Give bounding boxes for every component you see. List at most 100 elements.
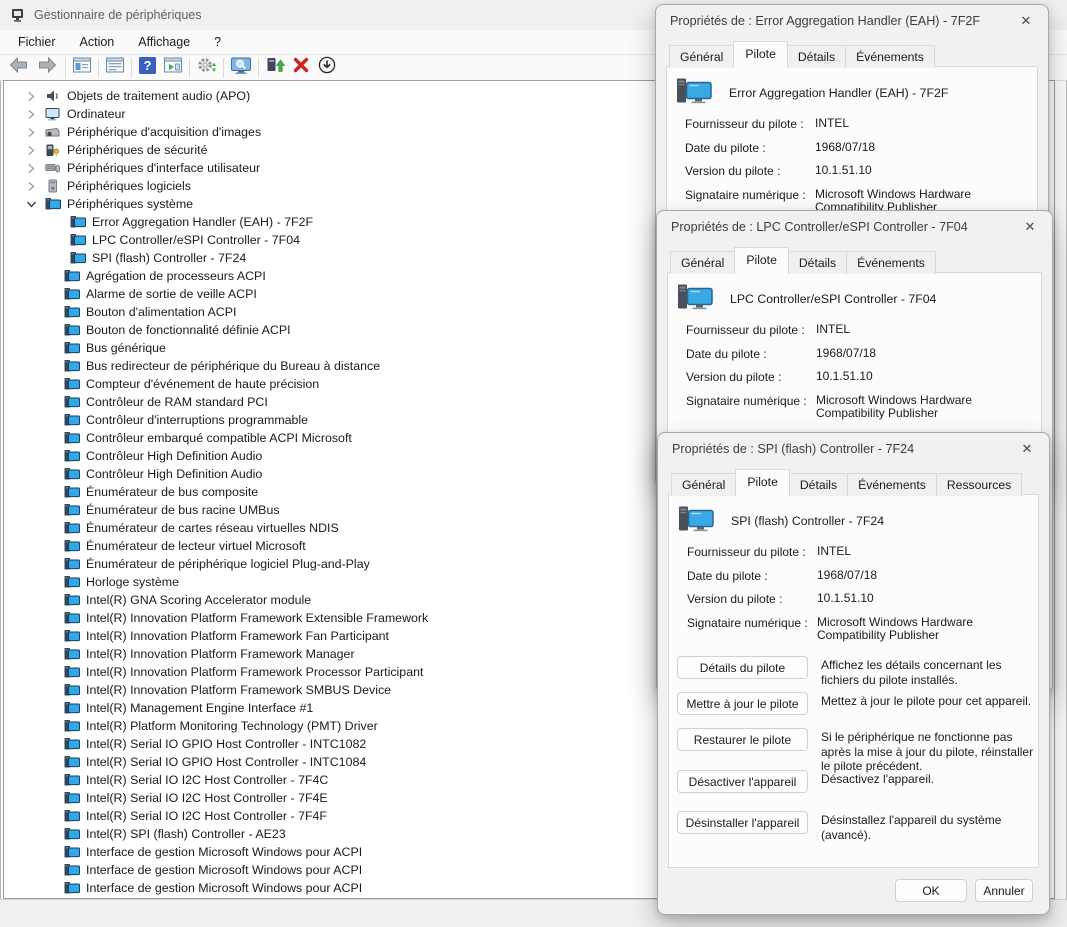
device-type-icon	[64, 791, 80, 805]
toolbar-button[interactable]	[314, 56, 340, 80]
device-type-icon	[64, 521, 80, 535]
tab[interactable]: Événements	[847, 473, 937, 496]
tree-item-label: Périphérique d'acquisition d'images	[67, 125, 261, 139]
tab[interactable]: Ressources	[936, 473, 1022, 496]
device-type-icon	[70, 215, 86, 229]
device-type-icon	[64, 827, 80, 841]
tree-item-label: Énumérateur de bus racine UMBus	[86, 503, 280, 517]
driver-action-description: Désactivez l'appareil.	[821, 772, 1035, 787]
tree-item-label: Interface de gestion Microsoft Windows p…	[86, 881, 362, 895]
tab[interactable]: Général	[670, 251, 735, 274]
toolbar-button[interactable]	[33, 56, 69, 80]
tree-item-label: Intel(R) Innovation Platform Framework E…	[86, 611, 428, 625]
field-label: Fournisseur du pilote :	[686, 323, 816, 337]
toolbar-icon	[196, 55, 217, 80]
device-type-icon	[64, 539, 80, 553]
menu-item[interactable]: Fichier	[12, 33, 62, 51]
cancel-button[interactable]: Annuler	[975, 879, 1033, 902]
tree-chevron-icon[interactable]	[26, 181, 45, 192]
driver-action-button[interactable]: Mettre à jour le pilote	[677, 692, 808, 715]
field-label: Date du pilote :	[687, 569, 817, 583]
device-type-icon	[45, 143, 61, 157]
device-header: Error Aggregation Handler (EAH) - 7F2F	[675, 77, 948, 109]
tree-chevron-icon[interactable]	[26, 199, 45, 209]
device-name: Error Aggregation Handler (EAH) - 7F2F	[729, 86, 948, 100]
device-type-icon	[70, 251, 86, 265]
driver-action-button[interactable]: Restaurer le pilote	[677, 728, 808, 751]
tab[interactable]: Événements	[845, 45, 935, 68]
device-icon	[675, 77, 713, 109]
field-value: 1968/07/18	[817, 569, 1039, 583]
driver-action-button[interactable]: Désactiver l'appareil	[677, 770, 808, 793]
tree-chevron-icon[interactable]	[26, 109, 45, 120]
toolbar-button[interactable]	[102, 56, 135, 80]
device-icon	[677, 505, 715, 537]
field-value: 10.1.51.10	[816, 370, 1038, 384]
tab[interactable]: Pilote	[735, 469, 790, 496]
device-type-icon	[64, 755, 80, 769]
device-name: LPC Controller/eSPI Controller - 7F04	[730, 292, 936, 306]
device-type-icon	[64, 395, 80, 409]
tree-item-label: Agrégation de processeurs ACPI	[86, 269, 266, 283]
tree-item-label: Intel(R) Serial IO I2C Host Controller -…	[86, 773, 328, 787]
tree-chevron-icon[interactable]	[26, 127, 45, 138]
toolbar-icon	[230, 56, 252, 80]
ok-button[interactable]: OK	[895, 879, 967, 902]
toolbar-button[interactable]	[69, 56, 102, 80]
toolbar-icon	[265, 55, 285, 80]
toolbar-button[interactable]	[262, 56, 288, 80]
tree-item-label: Contrôleur High Definition Audio	[86, 449, 262, 463]
tree-item-label: Intel(R) GNA Scoring Accelerator module	[86, 593, 311, 607]
toolbar-button[interactable]	[288, 56, 314, 80]
dialog-footer: OK Annuler	[895, 879, 1033, 902]
tree-item-label: Intel(R) Innovation Platform Framework S…	[86, 683, 391, 697]
device-type-icon	[45, 179, 61, 193]
tree-chevron-icon[interactable]	[26, 91, 45, 102]
driver-action-button[interactable]: Détails du pilote	[677, 656, 808, 679]
menu-item[interactable]: Action	[74, 33, 121, 51]
toolbar-button[interactable]	[160, 56, 193, 80]
driver-action-description: Mettez à jour le pilote pour cet apparei…	[821, 694, 1035, 709]
tab[interactable]: Événements	[846, 251, 936, 274]
toolbar-icon	[7, 55, 30, 80]
toolbar-icon	[163, 56, 183, 79]
device-manager-icon	[10, 7, 26, 23]
tree-chevron-icon[interactable]	[26, 163, 45, 174]
tab[interactable]: Général	[671, 473, 736, 496]
device-type-icon	[64, 809, 80, 823]
toolbar-button[interactable]: ?	[135, 56, 160, 80]
driver-field-row: Version du pilote : 10.1.51.10	[685, 164, 1037, 178]
device-type-icon	[64, 683, 80, 697]
device-type-icon	[64, 485, 80, 499]
driver-action-button[interactable]: Désinstaller l'appareil	[677, 811, 808, 834]
tree-item-label: Contrôleur d'interruptions programmable	[86, 413, 308, 427]
window-title: Gestionnaire de périphériques	[34, 8, 201, 22]
device-type-icon	[64, 359, 80, 373]
driver-field-row: Date du pilote : 1968/07/18	[686, 347, 1038, 361]
device-type-icon	[64, 449, 80, 463]
dialog-titlebar: Propriétés de : SPI (flash) Controller -…	[658, 433, 1049, 465]
tab-strip: GénéralPiloteDétailsÉvénements	[669, 41, 934, 68]
tree-chevron-icon[interactable]	[26, 145, 45, 156]
tab[interactable]: Pilote	[733, 41, 788, 68]
tab[interactable]: Détails	[788, 251, 847, 274]
menu-item[interactable]: Affichage	[132, 33, 196, 51]
device-type-icon	[64, 467, 80, 481]
tree-item-label: Énumérateur de cartes réseau virtuelles …	[86, 521, 339, 535]
tab[interactable]: Pilote	[734, 247, 789, 274]
close-icon[interactable]: ✕	[1019, 441, 1035, 457]
driver-field-row: Signataire numérique : Microsoft Windows…	[687, 616, 1039, 642]
toolbar-button[interactable]	[193, 56, 227, 80]
close-icon[interactable]: ✕	[1018, 13, 1034, 29]
tab[interactable]: Détails	[787, 45, 846, 68]
tab[interactable]: Général	[669, 45, 734, 68]
dialog-titlebar: Propriétés de : Error Aggregation Handle…	[656, 5, 1048, 37]
tree-item-label: SPI (flash) Controller - 7F24	[92, 251, 246, 265]
tree-item-label: Périphériques d'interface utilisateur	[67, 161, 260, 175]
close-icon[interactable]: ✕	[1022, 219, 1038, 235]
toolbar-button[interactable]	[227, 56, 262, 80]
tab[interactable]: Détails	[789, 473, 848, 496]
menu-item[interactable]: ?	[208, 33, 227, 51]
dialog-title: Propriétés de : Error Aggregation Handle…	[670, 14, 980, 28]
toolbar-button[interactable]	[4, 56, 33, 80]
